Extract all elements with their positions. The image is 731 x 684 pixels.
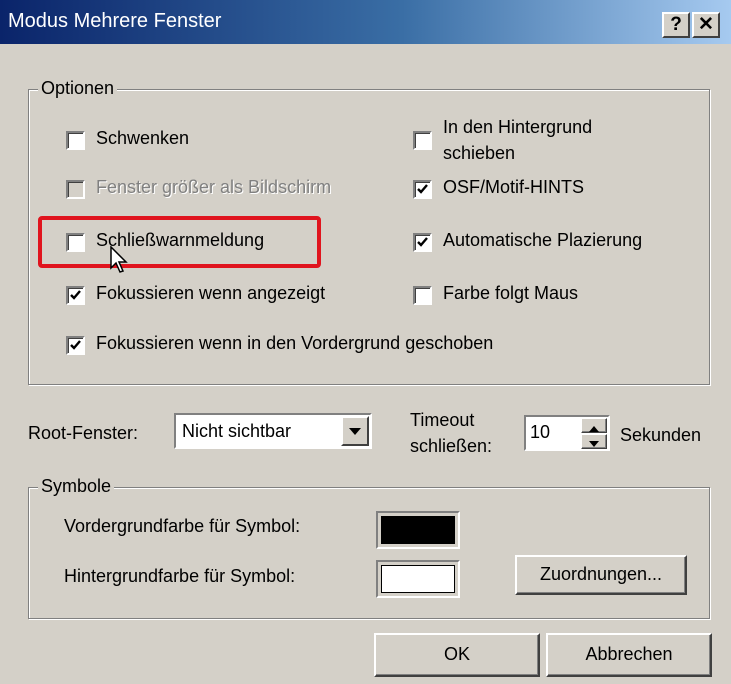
spin-up-icon[interactable] bbox=[581, 418, 607, 433]
window-title: Modus Mehrere Fenster bbox=[8, 10, 222, 32]
schliesswarnmeldung-checkbox[interactable] bbox=[66, 233, 85, 252]
hintergrund-checkbox[interactable] bbox=[413, 131, 432, 150]
automatische-plazierung-label: Automatische Plazierung bbox=[443, 230, 643, 250]
root-select-value: Nicht sichtbar bbox=[182, 421, 292, 441]
hintergrund-label-line2: schieben bbox=[443, 143, 516, 163]
symbols-legend: Symbole bbox=[38, 476, 115, 497]
osf-hints-checkbox[interactable] bbox=[413, 180, 432, 199]
schwenken-label: Schwenken bbox=[96, 128, 190, 148]
timeout-label-line1: Timeout bbox=[410, 410, 475, 430]
options-legend: Optionen bbox=[38, 78, 118, 99]
bg-color-label: Hintergrundfarbe für Symbol: bbox=[64, 566, 296, 586]
timeout-label-line2: schließen: bbox=[410, 436, 493, 456]
check-icon bbox=[417, 237, 428, 247]
mouse-cursor-icon bbox=[110, 246, 128, 273]
fenster-groesser-checkbox[interactable] bbox=[66, 180, 85, 199]
farbe-folgt-maus-checkbox[interactable] bbox=[413, 286, 432, 305]
fokus-vordergrund-checkbox[interactable] bbox=[66, 336, 85, 355]
spin-down-icon[interactable] bbox=[581, 434, 607, 449]
fg-color-swatch[interactable] bbox=[376, 511, 460, 549]
help-button[interactable]: ? bbox=[662, 12, 690, 38]
check-icon bbox=[70, 290, 81, 300]
check-icon bbox=[417, 184, 428, 194]
chevron-down-icon[interactable] bbox=[341, 416, 369, 446]
bg-color-swatch[interactable] bbox=[376, 560, 460, 598]
assign-button[interactable]: Zuordnungen... bbox=[515, 555, 687, 595]
osf-hints-label: OSF/Motif-HINTS bbox=[443, 177, 585, 197]
timeout-value: 10 bbox=[530, 422, 551, 442]
cancel-button[interactable]: Abbrechen bbox=[546, 633, 712, 677]
fenster-groesser-label: Fenster größer als Bildschirm bbox=[96, 177, 332, 197]
ok-button[interactable]: OK bbox=[374, 633, 540, 677]
fg-color-fill bbox=[381, 516, 455, 544]
root-select[interactable]: Nicht sichtbar bbox=[174, 413, 372, 449]
schwenken-checkbox[interactable] bbox=[66, 131, 85, 150]
bg-color-fill bbox=[381, 565, 455, 593]
fokus-vordergrund-label: Fokussieren wenn in den Vordergrund gesc… bbox=[96, 333, 494, 353]
close-button[interactable]: ✕ bbox=[692, 12, 720, 38]
farbe-folgt-maus-label: Farbe folgt Maus bbox=[443, 283, 579, 303]
fokus-angezeigt-label: Fokussieren wenn angezeigt bbox=[96, 283, 326, 303]
fg-color-label: Vordergrundfarbe für Symbol: bbox=[64, 516, 301, 536]
automatische-plazierung-checkbox[interactable] bbox=[413, 233, 432, 252]
fokus-angezeigt-checkbox[interactable] bbox=[66, 286, 85, 305]
root-label: Root-Fenster: bbox=[28, 423, 139, 443]
title-bar: Modus Mehrere Fenster ? ✕ bbox=[0, 0, 731, 44]
hintergrund-label-line1: In den Hintergrund bbox=[443, 117, 593, 137]
timeout-unit: Sekunden bbox=[620, 425, 702, 445]
check-icon bbox=[70, 340, 81, 350]
symbols-group bbox=[28, 487, 710, 619]
timeout-spinner[interactable]: 10 bbox=[524, 415, 610, 451]
